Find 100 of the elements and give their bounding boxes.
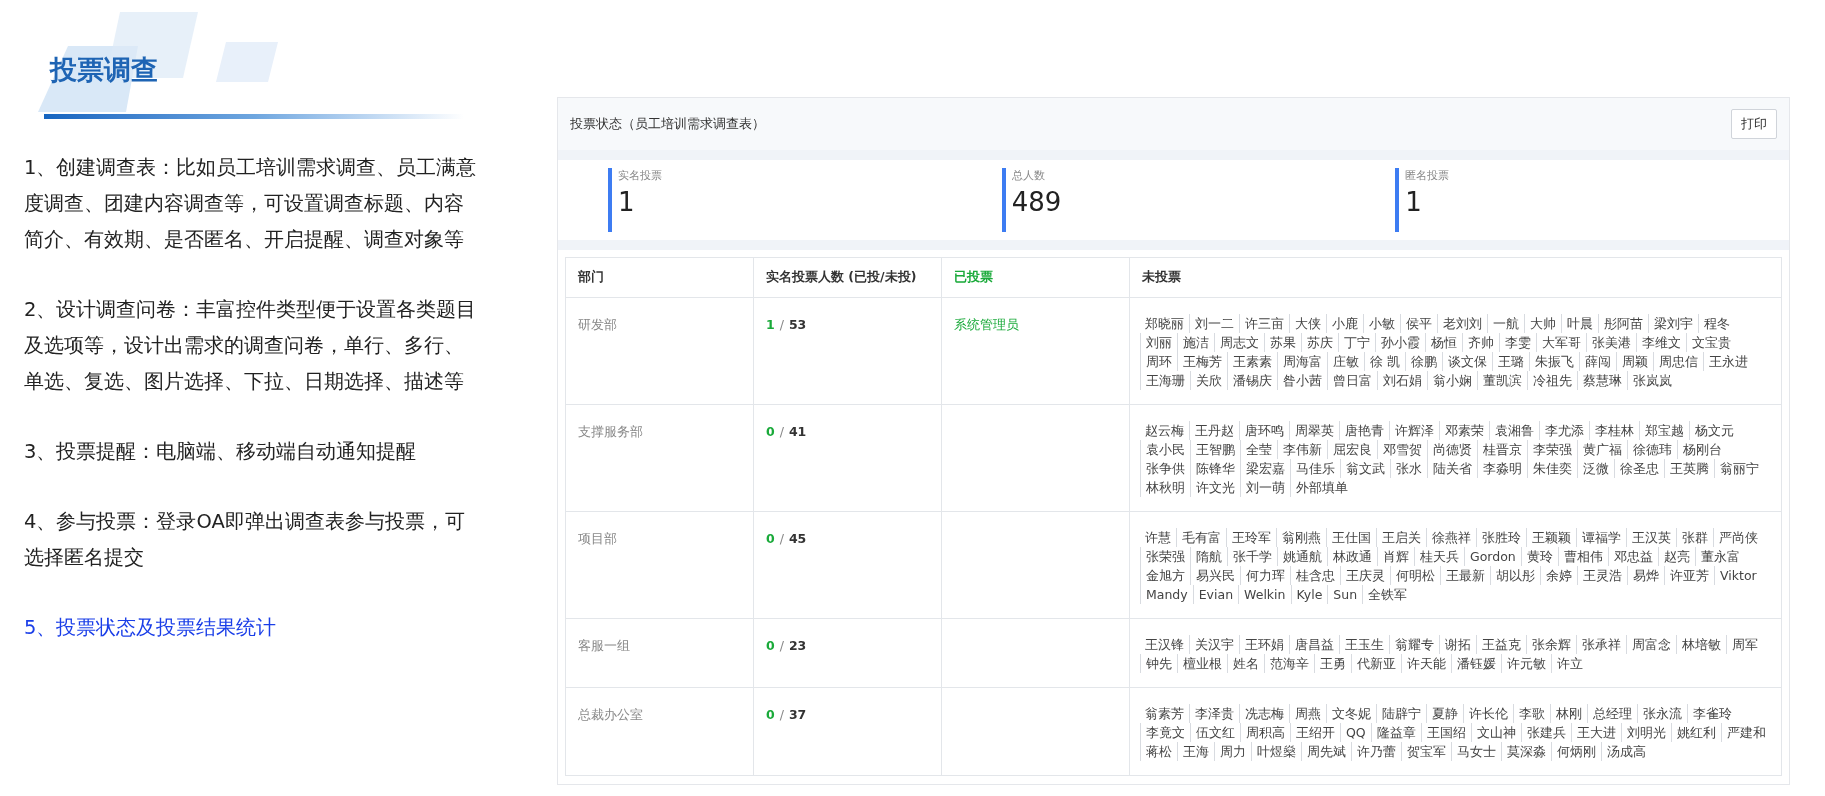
non-voter-name: 翁小娴	[1427, 371, 1477, 390]
non-voter-name: 唐环鸣	[1239, 421, 1289, 440]
non-voter-name: 林培敏	[1676, 635, 1726, 654]
non-voter-name: 大帅	[1524, 314, 1561, 333]
non-voter-name: 文宝贵	[1686, 333, 1736, 352]
non-voter-name: 庄敏	[1327, 352, 1364, 371]
non-voter-name: 齐帅	[1462, 333, 1499, 352]
non-voter-name: 杨文元	[1689, 421, 1739, 440]
vote-count-cell: 0 / 41	[753, 404, 942, 512]
non-voter-name: 关欣	[1190, 371, 1227, 390]
non-voter-name: 蔡慧琳	[1577, 371, 1627, 390]
non-voter-name: Gordon	[1464, 547, 1521, 566]
section-title: 投票调查	[50, 53, 158, 87]
non-voter-name: 范海辛	[1264, 654, 1314, 673]
non-voter-name: 何力珲	[1240, 566, 1290, 585]
non-voter-name: Kyle	[1290, 585, 1328, 604]
non-voter-name: 梁宏嘉	[1240, 459, 1290, 478]
non-voter-name: 周颖	[1616, 352, 1653, 371]
non-voter-name: 林政通	[1327, 547, 1377, 566]
non-voter-name: 李荣强	[1527, 440, 1577, 459]
non-voter-name: 何炳刚	[1551, 742, 1601, 761]
non-voter-name: 周环	[1140, 352, 1177, 371]
non-voter-name: 王丹赵	[1189, 421, 1239, 440]
non-voter-name: 彤阿苗	[1598, 314, 1648, 333]
non-voter-name: 王素素	[1227, 352, 1277, 371]
non-voter-name: 林秋明	[1140, 478, 1190, 497]
stat-value: 1	[618, 185, 636, 219]
non-voter-name: 总经理	[1587, 704, 1637, 723]
non-voter-name: 姚通航	[1277, 547, 1327, 566]
non-voter-name: 全莹	[1240, 440, 1277, 459]
non-voter-name: 隋航	[1190, 547, 1227, 566]
non-voter-name: 许乃蕾	[1351, 742, 1401, 761]
non-voter-name: 王仕国	[1326, 528, 1376, 547]
non-voter-name: 代新亚	[1351, 654, 1401, 673]
non-voter-name: 周积高	[1240, 723, 1290, 742]
non-voter-name: 毛有富	[1176, 528, 1226, 547]
vote-count-cell: 1 / 53	[753, 297, 942, 405]
non-voter-name: 王颖颖	[1526, 528, 1576, 547]
non-voter-name: 周忠信	[1653, 352, 1703, 371]
non-voter-name: 许天能	[1401, 654, 1451, 673]
non-voter-name: 陈锋华	[1190, 459, 1240, 478]
non-voter-name: 叶煜燊	[1251, 742, 1301, 761]
non-voter-name: 孙小霞	[1375, 333, 1425, 352]
non-voter-name: 郑宝越	[1639, 421, 1689, 440]
non-voter-name: Evian	[1192, 585, 1239, 604]
non-voter-name: 易烨	[1627, 566, 1664, 585]
print-button[interactable]: 打印	[1731, 109, 1777, 139]
non-voter-name: 朱振飞	[1529, 352, 1579, 371]
non-voter-name: 袁湘鲁	[1489, 421, 1539, 440]
non-voter-name: 徐 凯	[1364, 352, 1405, 371]
non-voter-name: 文冬妮	[1326, 704, 1376, 723]
non-voter-name: 郑晓丽	[1144, 315, 1185, 333]
non-voter-name: 袁小民	[1140, 440, 1190, 459]
non-voter-name: 赵云梅	[1144, 422, 1185, 440]
non-voter-name: 外部填单	[1290, 478, 1353, 497]
non-voter-name: 屈宏良	[1327, 440, 1377, 459]
feature-paragraph: 5、投票状态及投票结果统计	[24, 615, 278, 641]
non-voter-name: 王国绍	[1420, 723, 1471, 742]
non-voter-name: 马女士	[1451, 742, 1501, 761]
non-voter-name: 谢拓	[1439, 635, 1476, 654]
non-voter-name: 张余辉	[1526, 635, 1576, 654]
non-voter-name: 王海珊	[1140, 371, 1190, 390]
non-voter-name: 翁丽宁	[1714, 459, 1764, 478]
non-voter-name: 小敏	[1363, 314, 1400, 333]
non-voter-name: 周军	[1726, 635, 1763, 654]
non-voter-name: 翁刚燕	[1276, 528, 1326, 547]
column-header: 部门	[565, 257, 754, 298]
non-voter-name: 王英腾	[1664, 459, 1714, 478]
non-voter-name: 易兴民	[1190, 566, 1240, 585]
column-header: 实名投票人数 (已投/未投)	[753, 257, 942, 298]
non-voter-name: 王永进	[1703, 352, 1753, 371]
non-voter-name: 赵亮	[1657, 547, 1695, 566]
non-voter-name: 冼志梅	[1239, 704, 1289, 723]
non-voter-name: 姚红利	[1670, 723, 1721, 742]
column-header: 已投票	[941, 257, 1130, 298]
non-voter-name: 周海富	[1277, 352, 1327, 371]
non-voter-name: 隆益章	[1370, 723, 1421, 742]
stat-accent-bar	[1395, 168, 1400, 232]
non-voter-name: 尚德贤	[1427, 440, 1477, 459]
non-voter-name: 李尤添	[1539, 421, 1589, 440]
non-voter-name: 周翠英	[1289, 421, 1339, 440]
non-voter-name: 一航	[1487, 314, 1524, 333]
non-voter-name: 胡以彤	[1490, 566, 1540, 585]
non-voter-name: 林刚	[1550, 704, 1587, 723]
non-voter-name: 钟先	[1140, 654, 1177, 673]
non-voter-name: 伍文红	[1190, 723, 1240, 742]
non-voter-name: 冷祖先	[1527, 371, 1577, 390]
non-voter-name: 金旭方	[1140, 566, 1190, 585]
non-voter-name: 李维文	[1636, 333, 1686, 352]
non-voter-name: 翁耀专	[1389, 635, 1439, 654]
non-voter-name: 王勇	[1314, 654, 1351, 673]
department-cell: 客服一组	[565, 618, 754, 688]
stat-value: 489	[1011, 185, 1062, 219]
non-voter-name: 李淼明	[1477, 459, 1527, 478]
non-voter-name: 王环娟	[1239, 635, 1289, 654]
feature-paragraph: 3、投票提醒：电脑端、移动端自动通知提醒	[24, 439, 418, 465]
non-voter-name: 檀业根	[1177, 654, 1227, 673]
stat-value: 1	[1405, 185, 1423, 219]
non-voter-name: 大侠	[1289, 314, 1326, 333]
non-voter-name: 翁文武	[1340, 459, 1390, 478]
